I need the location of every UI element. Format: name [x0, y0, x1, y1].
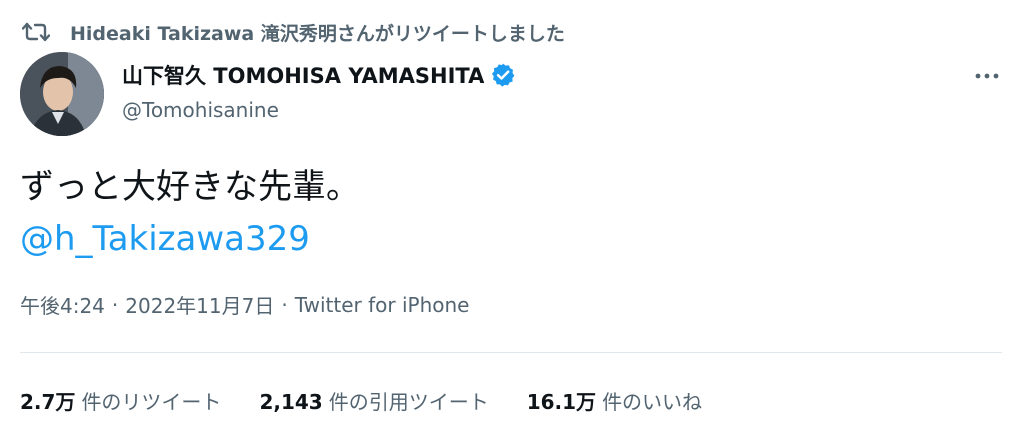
retweet-icon	[22, 22, 50, 42]
avatar[interactable]	[20, 52, 104, 136]
divider	[20, 352, 1002, 353]
tweet-time[interactable]: 午後4:24	[20, 290, 105, 319]
quote-tweets-label: 件の引用ツイート	[328, 390, 489, 414]
author-name-row[interactable]: 山下智久 TOMOHISA YAMASHITA	[122, 60, 516, 90]
display-name[interactable]: 山下智久 TOMOHISA YAMASHITA	[122, 60, 484, 90]
tweet-stats: 2.7万 件のリツイート 2,143 件の引用ツイート 16.1万 件のいいね	[20, 386, 740, 415]
tweet-date[interactable]: 2022年11月7日	[125, 290, 274, 319]
retweets-count: 2.7万	[20, 390, 76, 414]
likes-stat[interactable]: 16.1万 件のいいね	[527, 386, 702, 415]
tweet-meta: 午後4:24 · 2022年11月7日 · Twitter for iPhone	[20, 290, 469, 319]
meta-separator: ·	[111, 292, 119, 317]
mention-link[interactable]: @h_Takizawa329	[20, 215, 310, 263]
likes-label: 件のいいね	[602, 390, 703, 414]
more-options-icon	[975, 73, 999, 79]
quote-tweets-count: 2,143	[259, 390, 323, 414]
retweets-label: 件のリツイート	[81, 390, 222, 414]
retweet-header[interactable]: Hideaki Takizawa 滝沢秀明さんがリツイートしました	[22, 18, 565, 46]
likes-count: 16.1万	[526, 390, 597, 414]
more-options-button[interactable]	[972, 62, 1002, 90]
retweets-stat[interactable]: 2.7万 件のリツイート	[20, 386, 221, 415]
retweeted-by-text[interactable]: Hideaki Takizawa 滝沢秀明さんがリツイートしました	[70, 19, 565, 46]
tweet-text: ずっと大好きな先輩。	[20, 167, 360, 207]
quote-tweets-stat[interactable]: 2,143 件の引用ツイート	[259, 386, 488, 415]
verified-badge-icon	[492, 63, 515, 87]
author-handle[interactable]: @Tomohisanine	[122, 98, 279, 122]
meta-separator: ·	[281, 292, 288, 317]
tweet-source-link[interactable]: Twitter for iPhone	[295, 293, 470, 317]
